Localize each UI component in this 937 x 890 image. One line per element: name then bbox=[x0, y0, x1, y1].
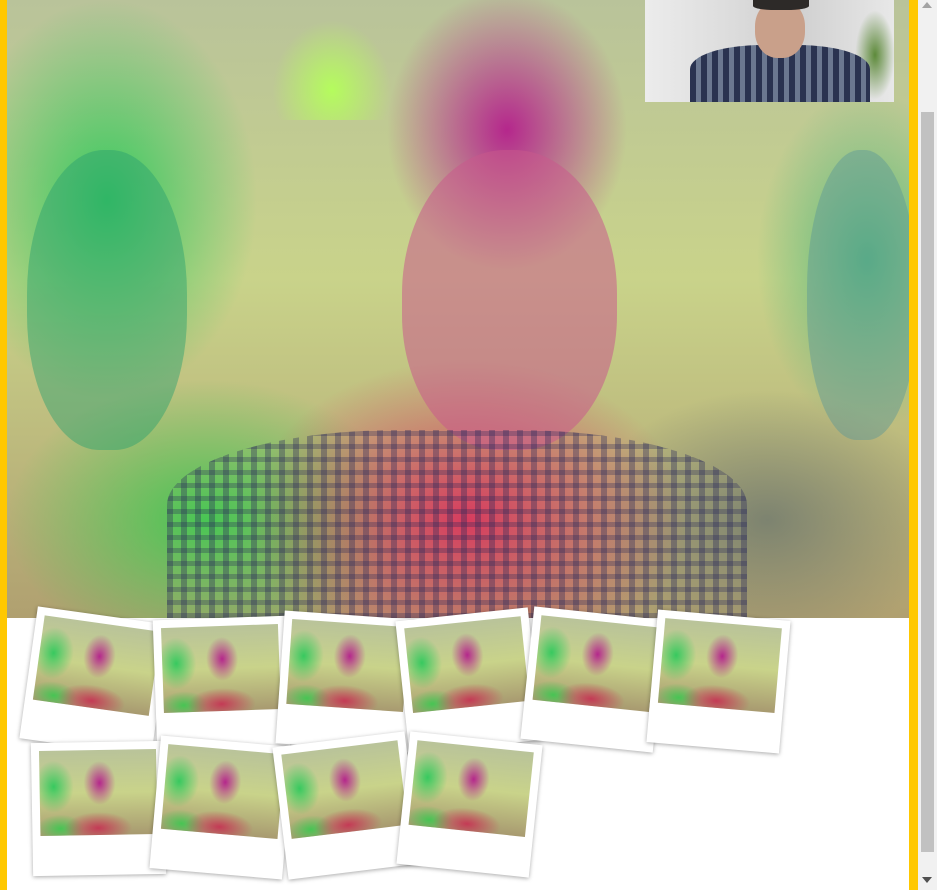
face-right-shape bbox=[807, 150, 909, 440]
snapshot-image bbox=[408, 740, 534, 837]
scroll-up-arrow-icon[interactable] bbox=[922, 2, 932, 8]
snapshot-polaroid[interactable] bbox=[520, 606, 667, 753]
snapshot-image bbox=[657, 618, 782, 713]
snapshot-polaroid[interactable] bbox=[149, 735, 294, 880]
scrollbar-thumb[interactable] bbox=[921, 112, 934, 852]
lamp-shape bbox=[272, 20, 392, 120]
page-frame-left bbox=[0, 0, 7, 890]
face-left-shape bbox=[27, 150, 187, 450]
snapshot-image bbox=[404, 616, 530, 713]
snapshot-polaroid[interactable] bbox=[396, 731, 543, 878]
scroll-down-arrow-icon[interactable] bbox=[922, 877, 932, 883]
snapshot-image bbox=[32, 615, 161, 716]
snapshot-image bbox=[38, 748, 158, 837]
snapshot-image bbox=[532, 615, 658, 712]
face-center-shape bbox=[402, 150, 617, 450]
snapshot-polaroid[interactable] bbox=[152, 615, 291, 754]
snapshot-image bbox=[286, 619, 409, 713]
snapshot-polaroid[interactable] bbox=[30, 740, 167, 877]
preview-hair-shape bbox=[753, 0, 809, 10]
page-frame-right bbox=[909, 0, 918, 890]
webcam-preview bbox=[645, 0, 894, 102]
snapshot-image bbox=[160, 623, 281, 714]
snapshot-polaroid[interactable] bbox=[19, 606, 170, 757]
snapshot-polaroid[interactable] bbox=[646, 609, 791, 754]
snapshot-image bbox=[160, 744, 285, 839]
vertical-scrollbar[interactable] bbox=[918, 0, 937, 890]
snapshot-image bbox=[281, 740, 408, 839]
shirt-shape bbox=[167, 430, 747, 618]
